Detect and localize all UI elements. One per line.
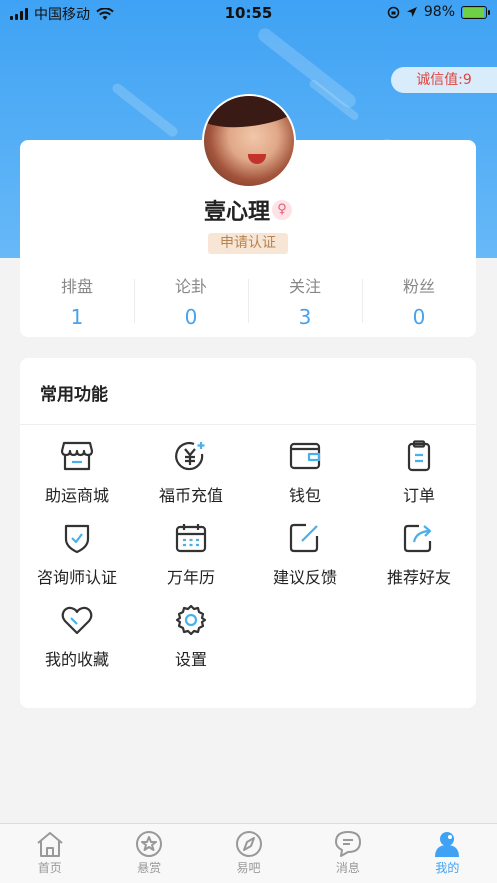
wallet-icon [289, 442, 321, 470]
stat-value: 3 [298, 305, 312, 329]
stat-following[interactable]: 关注 3 [248, 273, 362, 329]
coin-recharge-icon [175, 442, 205, 471]
location-arrow-icon [406, 7, 417, 17]
heart-icon [61, 606, 93, 635]
function-item-settings[interactable]: 设置 [134, 604, 248, 674]
stat-label: 粉丝 [402, 277, 435, 296]
stat-lungua[interactable]: 论卦 0 [134, 273, 248, 329]
tab-mine[interactable]: 我的 [398, 824, 497, 883]
avatar[interactable] [202, 94, 296, 188]
function-label: 设置 [174, 650, 207, 669]
rotation-lock-icon [387, 6, 400, 18]
stat-label: 关注 [288, 277, 321, 296]
function-label: 咨询师认证 [36, 568, 117, 587]
function-label: 钱包 [288, 486, 321, 505]
stat-value: 0 [184, 305, 198, 329]
function-item-recharge[interactable]: 福币充值 [134, 440, 248, 510]
share-icon [403, 524, 432, 553]
status-bar: 中国移动 10:55 98% [0, 0, 497, 26]
tab-home[interactable]: 首页 [0, 824, 99, 883]
tab-label: 悬赏 [137, 861, 162, 875]
tab-label: 消息 [335, 861, 360, 875]
divider [20, 424, 476, 425]
tab-label: 易吧 [236, 861, 261, 875]
stat-label: 论卦 [174, 277, 207, 296]
bottom-tab-bar: 首页 悬赏 易吧 消息 我的 [0, 823, 497, 883]
function-label: 福币充值 [158, 486, 223, 505]
chat-icon [334, 831, 361, 857]
stat-paipan[interactable]: 排盘 1 [20, 273, 134, 329]
decor-stripe [110, 81, 180, 139]
stat-followers[interactable]: 粉丝 0 [362, 273, 476, 329]
stat-label: 排盘 [60, 277, 93, 296]
function-item-favorites[interactable]: 我的收藏 [20, 604, 134, 674]
function-item-counselor-cert[interactable]: 咨询师认证 [20, 522, 134, 592]
function-item-recommend-friends[interactable]: 推荐好友 [362, 522, 476, 592]
tab-yiba[interactable]: 易吧 [199, 824, 298, 883]
compass-icon [235, 831, 262, 857]
tab-messages[interactable]: 消息 [298, 824, 397, 883]
function-item-wallet[interactable]: 钱包 [248, 440, 362, 510]
function-label: 助运商城 [44, 486, 109, 505]
tab-label: 首页 [37, 861, 62, 875]
user-icon [435, 832, 460, 857]
stat-value: 0 [412, 305, 426, 329]
shield-check-icon [64, 524, 90, 554]
shop-icon [60, 441, 94, 471]
function-label: 推荐好友 [386, 568, 451, 587]
username: 壹心理 [203, 200, 270, 225]
function-item-shop[interactable]: 助运商城 [20, 440, 134, 510]
female-gender-icon: ♀ [272, 200, 292, 220]
gear-icon [175, 604, 207, 636]
common-functions-card: 常用功能 助运商城 福币充值 钱包 订单 咨询师认证 万年历 建议反馈 推荐好友… [20, 358, 476, 708]
star-icon [136, 831, 163, 857]
function-label: 万年历 [166, 568, 215, 587]
battery-icon [461, 5, 490, 19]
tab-reward[interactable]: 悬赏 [99, 824, 198, 883]
function-label: 建议反馈 [272, 568, 337, 587]
function-item-feedback[interactable]: 建议反馈 [248, 522, 362, 592]
function-item-orders[interactable]: 订单 [362, 440, 476, 510]
home-icon [37, 832, 63, 857]
apply-certification-button[interactable]: 申请认证 [208, 233, 288, 254]
function-label: 我的收藏 [44, 650, 109, 669]
profile-stats: 排盘 1 论卦 0 关注 3 粉丝 0 [20, 273, 476, 329]
function-item-calendar[interactable]: 万年历 [134, 522, 248, 592]
order-clipboard-icon [407, 440, 431, 472]
section-title: 常用功能 [40, 385, 108, 405]
tab-label: 我的 [435, 861, 460, 875]
calendar-icon [175, 524, 207, 553]
feedback-edit-icon [289, 523, 319, 553]
credit-score-badge[interactable]: 诚信值:9 [391, 67, 497, 93]
battery-percent: 98% [423, 4, 455, 20]
stat-value: 1 [70, 305, 84, 329]
function-label: 订单 [402, 486, 435, 505]
